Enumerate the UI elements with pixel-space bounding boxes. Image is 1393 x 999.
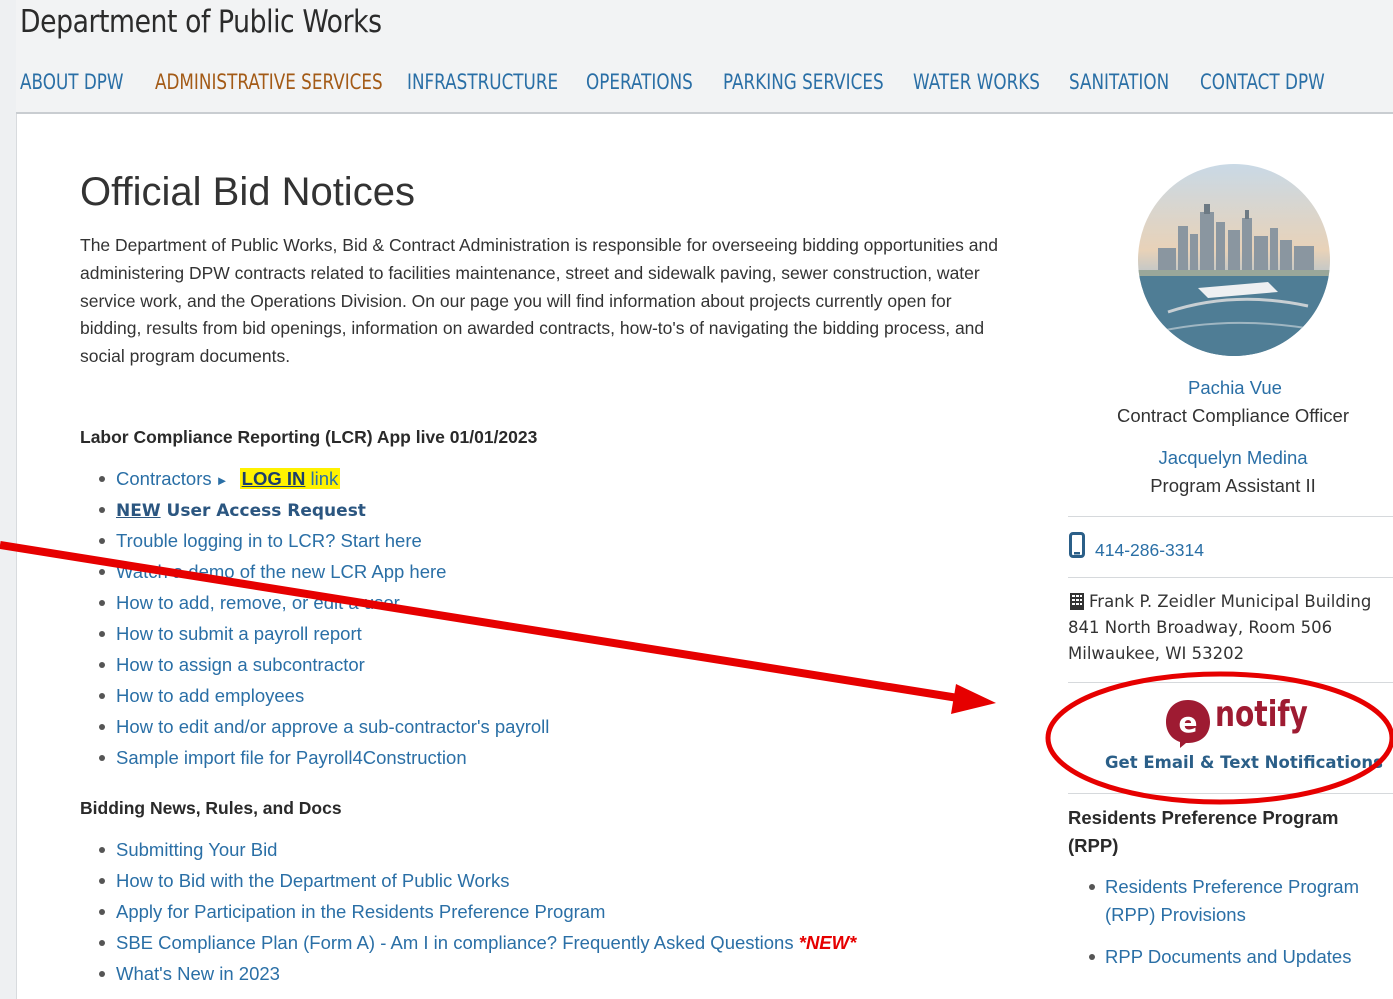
contact-name-jacquelyn-medina[interactable]: Jacquelyn Medina bbox=[1068, 447, 1393, 469]
bid-link-submitting[interactable]: Submitting Your Bid bbox=[116, 839, 277, 860]
address-building: Frank P. Zeidler Municipal Building bbox=[1089, 592, 1372, 611]
enotify-logo-icon: e bbox=[1166, 700, 1210, 748]
bullet bbox=[99, 909, 105, 915]
bullet bbox=[99, 971, 105, 977]
enotify-link[interactable]: e notify Get Email & Text Notifications bbox=[1098, 694, 1383, 785]
list-item: Sample import file for Payroll4Construct… bbox=[98, 744, 549, 775]
lcr-link-watch-demo[interactable]: Watch a demo of the new LCR App here bbox=[116, 561, 446, 582]
bullet bbox=[99, 476, 105, 482]
rpp-link-list: Residents Preference Program (RPP) Provi… bbox=[1088, 873, 1370, 971]
user-access-label[interactable]: User Access Request bbox=[167, 501, 366, 521]
page-title: Official Bid Notices bbox=[80, 170, 415, 214]
login-link[interactable]: LOG IN bbox=[242, 468, 306, 489]
city-skyline-photo bbox=[1138, 164, 1330, 356]
contractors-link[interactable]: Contractors bbox=[116, 468, 212, 489]
enotify-subtitle[interactable]: Get Email & Text Notifications bbox=[1105, 753, 1383, 772]
lcr-link-assign-subcontractor[interactable]: How to assign a subcontractor bbox=[116, 654, 365, 675]
user-access-request-link[interactable]: NEW User Access Request bbox=[116, 501, 366, 521]
bullet bbox=[99, 755, 105, 761]
list-item: How to add employees bbox=[98, 682, 549, 713]
bullet bbox=[99, 507, 105, 513]
enotify-logo-letter: e bbox=[1179, 706, 1198, 739]
list-item: Watch a demo of the new LCR App here bbox=[98, 558, 549, 589]
list-item: How to submit a payroll report bbox=[98, 620, 549, 651]
bullet bbox=[1089, 884, 1095, 890]
bidding-heading: Bidding News, Rules, and Docs bbox=[80, 798, 342, 818]
bullet bbox=[99, 600, 105, 606]
lcr-link-edit-user[interactable]: How to add, remove, or edit a user bbox=[116, 592, 400, 613]
lcr-link-trouble-logging-in[interactable]: Trouble logging in to LCR? Start here bbox=[116, 530, 422, 551]
list-item: How to Bid with the Department of Public… bbox=[98, 867, 856, 898]
bid-link-apply-rpp[interactable]: Apply for Participation in the Residents… bbox=[116, 901, 605, 922]
bullet bbox=[99, 631, 105, 637]
login-link-suffix[interactable]: link bbox=[311, 468, 339, 489]
contact-name-pachia-vue[interactable]: Pachia Vue bbox=[1070, 377, 1393, 399]
list-item: SBE Compliance Plan (Form A) - Am I in c… bbox=[98, 929, 856, 960]
lcr-link-submit-payroll[interactable]: How to submit a payroll report bbox=[116, 623, 362, 644]
site-title[interactable]: Department of Public Works bbox=[20, 4, 382, 40]
contact-role: Program Assistant II bbox=[1150, 475, 1316, 496]
nav-operations[interactable]: OPERATIONS bbox=[586, 70, 693, 94]
rpp-heading: Residents Preference Program (RPP) bbox=[1068, 807, 1339, 856]
bullet bbox=[99, 878, 105, 884]
list-item: How to add, remove, or edit a user bbox=[98, 589, 549, 620]
new-badge: *NEW* bbox=[798, 932, 857, 953]
bullet bbox=[99, 940, 105, 946]
nav-about-dpw[interactable]: ABOUT DPW bbox=[20, 70, 124, 94]
play-arrow-icon: ► bbox=[215, 473, 229, 488]
building-icon bbox=[1070, 593, 1084, 610]
list-item: What's New in 2023 bbox=[98, 960, 856, 991]
contact-role: Contract Compliance Officer bbox=[1116, 405, 1350, 426]
lcr-link-add-employees[interactable]: How to add employees bbox=[116, 685, 304, 706]
address-street: 841 North Broadway, Room 506 bbox=[1068, 618, 1333, 637]
bullet bbox=[99, 538, 105, 544]
lcr-heading: Labor Compliance Reporting (LCR) App liv… bbox=[80, 427, 538, 447]
mobile-phone-icon bbox=[1069, 532, 1085, 558]
bid-link-how-to-bid[interactable]: How to Bid with the Department of Public… bbox=[116, 870, 509, 891]
list-item: Apply for Participation in the Residents… bbox=[98, 898, 856, 929]
divider bbox=[1068, 516, 1393, 517]
bid-link-sbe-faq[interactable]: SBE Compliance Plan (Form A) - Am I in c… bbox=[116, 932, 794, 953]
divider bbox=[1068, 793, 1393, 794]
list-item: Contractors ► LOG IN link bbox=[98, 465, 549, 496]
nav-infrastructure[interactable]: INFRASTRUCTURE bbox=[407, 70, 558, 94]
bullet bbox=[99, 693, 105, 699]
login-highlight[interactable]: LOG IN link bbox=[239, 468, 341, 489]
bullet bbox=[99, 724, 105, 730]
nav-water-works[interactable]: WATER WORKS bbox=[913, 70, 1040, 94]
enotify-logo-text: notify bbox=[1215, 694, 1308, 735]
bullet bbox=[1089, 954, 1095, 960]
bid-link-whats-new[interactable]: What's New in 2023 bbox=[116, 963, 280, 984]
list-item: How to assign a subcontractor bbox=[98, 651, 549, 682]
annotation-arrow-head bbox=[951, 684, 996, 714]
new-label[interactable]: NEW bbox=[116, 501, 161, 521]
phone-link[interactable]: 414-286-3314 bbox=[1095, 540, 1204, 561]
nav-administrative-services[interactable]: ADMINISTRATIVE SERVICES bbox=[155, 70, 383, 94]
lcr-link-sample-import[interactable]: Sample import file for Payroll4Construct… bbox=[116, 747, 467, 768]
list-item: Residents Preference Program (RPP) Provi… bbox=[1088, 873, 1370, 929]
bullet bbox=[99, 569, 105, 575]
nav-sanitation[interactable]: SANITATION bbox=[1069, 70, 1169, 94]
skyline-image bbox=[1138, 164, 1330, 356]
bullet bbox=[99, 847, 105, 853]
nav-contact-dpw[interactable]: CONTACT DPW bbox=[1200, 70, 1325, 94]
list-item: NEW User Access Request bbox=[98, 496, 549, 527]
bullet bbox=[99, 662, 105, 668]
divider bbox=[1068, 577, 1393, 578]
rpp-link-documents[interactable]: RPP Documents and Updates bbox=[1105, 946, 1351, 967]
list-item: Submitting Your Bid bbox=[98, 836, 856, 867]
address-city: Milwaukee, WI 53202 bbox=[1068, 644, 1245, 663]
divider bbox=[1068, 682, 1393, 683]
lcr-link-list: Contractors ► LOG IN link NEW User Access… bbox=[98, 465, 549, 775]
rpp-link-provisions[interactable]: Residents Preference Program (RPP) Provi… bbox=[1105, 876, 1359, 925]
bidding-link-list: Submitting Your Bid How to Bid with the … bbox=[98, 836, 856, 991]
lcr-link-approve-payroll[interactable]: How to edit and/or approve a sub-contrac… bbox=[116, 716, 549, 737]
list-item: How to edit and/or approve a sub-contrac… bbox=[98, 713, 549, 744]
list-item: Trouble logging in to LCR? Start here bbox=[98, 527, 549, 558]
window-left-edge bbox=[0, 0, 17, 999]
intro-paragraph: The Department of Public Works, Bid & Co… bbox=[80, 235, 998, 367]
list-item: RPP Documents and Updates bbox=[1088, 943, 1370, 971]
site-header: Department of Public Works ABOUT DPW ADM… bbox=[16, 0, 1393, 114]
nav-parking-services[interactable]: PARKING SERVICES bbox=[723, 70, 884, 94]
